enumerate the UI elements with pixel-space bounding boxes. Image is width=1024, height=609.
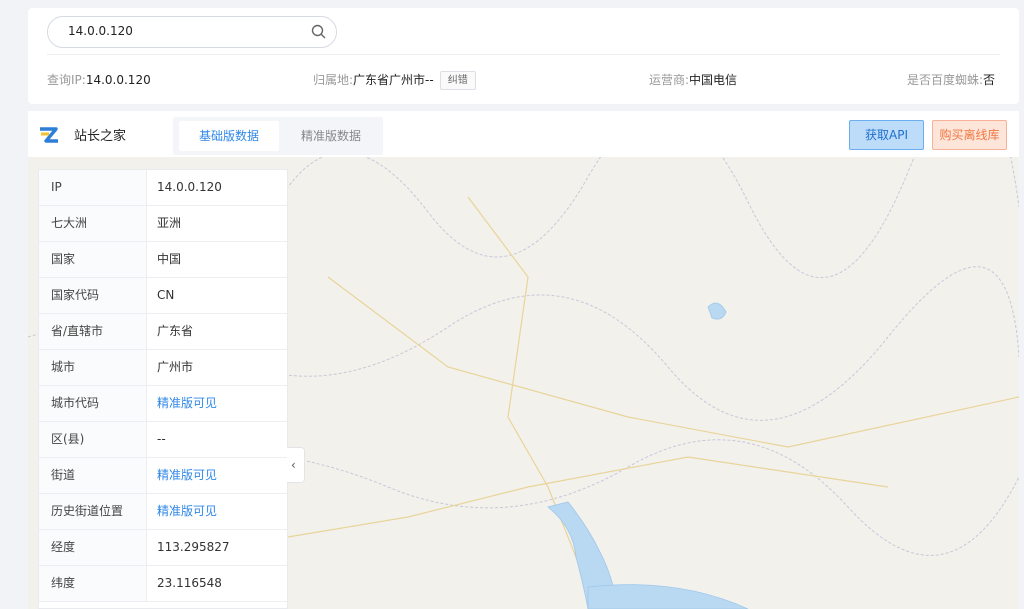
table-row: 区(县) -- [39, 422, 287, 458]
chevron-left-icon: ‹ [291, 458, 296, 472]
table-row: 国家 中国 [39, 242, 287, 278]
table-row: 省/直辖市 广东省 [39, 314, 287, 350]
row-value: 23.116548 [157, 576, 222, 590]
location: 归属地:广东省广州市-- 纠错 [313, 71, 476, 90]
row-value: 亚洲 [157, 216, 182, 230]
report-error-button[interactable]: 纠错 [439, 71, 476, 90]
tab-precise-data[interactable]: 精准版数据 [281, 121, 381, 151]
table-row: IP 14.0.0.120 [39, 170, 287, 206]
row-value-link[interactable]: 精准版可见 [157, 458, 217, 493]
table-row: 城市 广州市 [39, 350, 287, 386]
tab-basic-data[interactable]: 基础版数据 [179, 121, 279, 151]
row-key: IP [39, 170, 147, 205]
result-card: 站长之家 基础版数据 精准版数据 获取API 购买离线库 IP 14.0.0.12… [28, 111, 1019, 609]
row-value: 113.295827 [157, 540, 230, 554]
row-key: 纬度 [39, 566, 147, 601]
search-box[interactable]: 14.0.0.120 [47, 16, 337, 48]
baidu-spider-value: 否 [983, 73, 996, 87]
query-card: 14.0.0.120 查询IP:14.0.0.120 归属地:广东省广州市-- 纠… [28, 8, 1019, 104]
table-row: 历史街道位置 精准版可见 [39, 494, 287, 530]
row-value: 14.0.0.120 [157, 180, 222, 194]
chinaz-logo-icon [40, 127, 58, 143]
row-key: 省/直辖市 [39, 314, 147, 349]
isp: 运营商:中国电信 [649, 71, 737, 88]
search-icon[interactable] [310, 23, 328, 41]
row-value: 中国 [157, 252, 182, 266]
brand-name: 站长之家 [74, 129, 127, 144]
divider [47, 54, 1000, 55]
table-row: 七大洲 亚洲 [39, 206, 287, 242]
table-row: 国家代码 CN [39, 278, 287, 314]
row-key: 城市 [39, 350, 147, 385]
row-key: 七大洲 [39, 206, 147, 241]
location-label: 归属地: [313, 73, 354, 87]
baidu-spider-label: 是否百度蜘蛛: [907, 73, 984, 87]
baidu-spider: 是否百度蜘蛛:否 [907, 71, 995, 88]
query-ip: 查询IP:14.0.0.120 [47, 71, 151, 88]
ip-info-table: IP 14.0.0.120 七大洲 亚洲 国家 中国 国家代码 CN 省/直辖市 广东省 … [38, 169, 288, 609]
table-row: 经度 113.295827 [39, 530, 287, 566]
row-key: 城市代码 [39, 386, 147, 421]
collapse-panel-button[interactable]: ‹ [287, 447, 305, 483]
row-key: 经度 [39, 530, 147, 565]
location-value: 广东省广州市-- [353, 73, 434, 87]
search-input[interactable]: 14.0.0.120 [68, 24, 133, 38]
row-key: 历史街道位置 [39, 494, 147, 529]
row-value-link[interactable]: 精准版可见 [157, 494, 217, 529]
data-tabs: 基础版数据 精准版数据 [173, 117, 383, 155]
row-value: 广东省 [157, 324, 194, 338]
row-key: 国家代码 [39, 278, 147, 313]
isp-label: 运营商: [649, 73, 690, 87]
get-api-button[interactable]: 获取API [849, 120, 924, 150]
row-value: CN [157, 288, 175, 302]
table-row: 街道 精准版可见 [39, 458, 287, 494]
table-row: 城市代码 精准版可见 [39, 386, 287, 422]
table-row: 纬度 23.116548 [39, 566, 287, 602]
isp-value: 中国电信 [689, 73, 738, 87]
row-value: -- [157, 432, 166, 446]
query-ip-label: 查询IP: [47, 73, 86, 87]
row-value-link[interactable]: 精准版可见 [157, 386, 217, 421]
row-key: 国家 [39, 242, 147, 277]
row-key: 区(县) [39, 422, 147, 457]
row-value: 广州市 [157, 360, 194, 374]
buy-offline-db-button[interactable]: 购买离线库 [932, 120, 1007, 150]
row-key: 街道 [39, 458, 147, 493]
query-ip-value: 14.0.0.120 [85, 73, 151, 87]
